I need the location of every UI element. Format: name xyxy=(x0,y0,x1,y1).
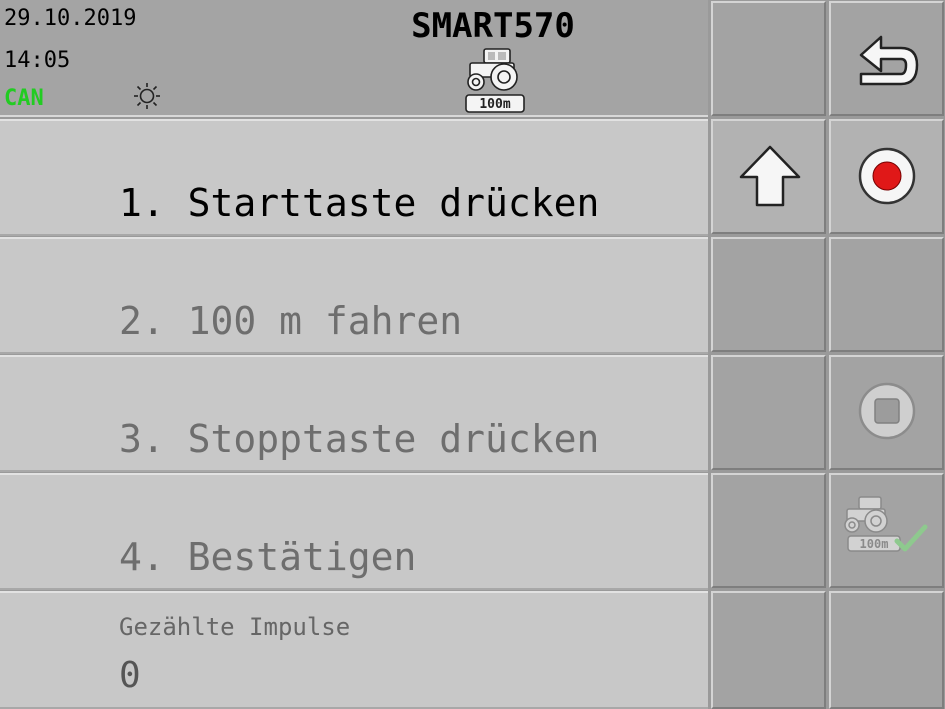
impulse-row: Gezählte Impulse 0 xyxy=(0,591,708,709)
softkey-empty-3[interactable] xyxy=(711,355,826,470)
step-row-2: 2. 100 m fahren xyxy=(0,237,708,354)
record-button[interactable] xyxy=(829,119,944,234)
arrow-up-icon xyxy=(739,145,801,207)
record-dot xyxy=(872,161,902,191)
softkey-empty-7[interactable] xyxy=(829,591,944,709)
confirm-badge: 100m xyxy=(860,537,889,551)
softkey-empty-6[interactable] xyxy=(829,237,944,352)
back-arrow-icon xyxy=(859,35,919,86)
softkey-empty-4[interactable] xyxy=(711,473,826,588)
step-2-label: 2. 100 m fahren xyxy=(119,299,463,343)
back-button[interactable] xyxy=(829,1,944,116)
tractor-confirm-icon: 100m xyxy=(844,496,928,552)
up-button[interactable] xyxy=(711,119,826,234)
softkey-empty-2[interactable] xyxy=(711,237,826,352)
header-bar: 29.10.2019 14:05 CAN SMART570 100m xyxy=(0,0,708,117)
tractor-distance-icon: 100m xyxy=(462,45,528,115)
impulse-value: 0 xyxy=(119,655,141,696)
softkey-empty-1[interactable] xyxy=(711,1,826,116)
step-row-1: 1. Starttaste drücken xyxy=(0,119,708,236)
time-display: 14:05 xyxy=(4,48,71,73)
step-row-3: 3. Stopptaste drücken xyxy=(0,355,708,472)
sun-icon xyxy=(133,82,161,110)
stop-button[interactable] xyxy=(829,355,944,470)
step-3-label: 3. Stopptaste drücken xyxy=(119,417,600,461)
record-icon xyxy=(858,147,916,205)
confirm-button[interactable]: 100m xyxy=(829,473,944,588)
step-4-label: 4. Bestätigen xyxy=(119,535,417,579)
stop-icon xyxy=(858,382,916,440)
step-row-4: 4. Bestätigen xyxy=(0,473,708,590)
can-status: CAN xyxy=(4,86,44,111)
page-title: SMART570 xyxy=(411,6,575,46)
impulse-label: Gezählte Impulse xyxy=(119,613,351,641)
step-1-label: 1. Starttaste drücken xyxy=(119,181,600,225)
softkey-empty-5[interactable] xyxy=(711,591,826,709)
header-badge: 100m xyxy=(479,97,510,112)
